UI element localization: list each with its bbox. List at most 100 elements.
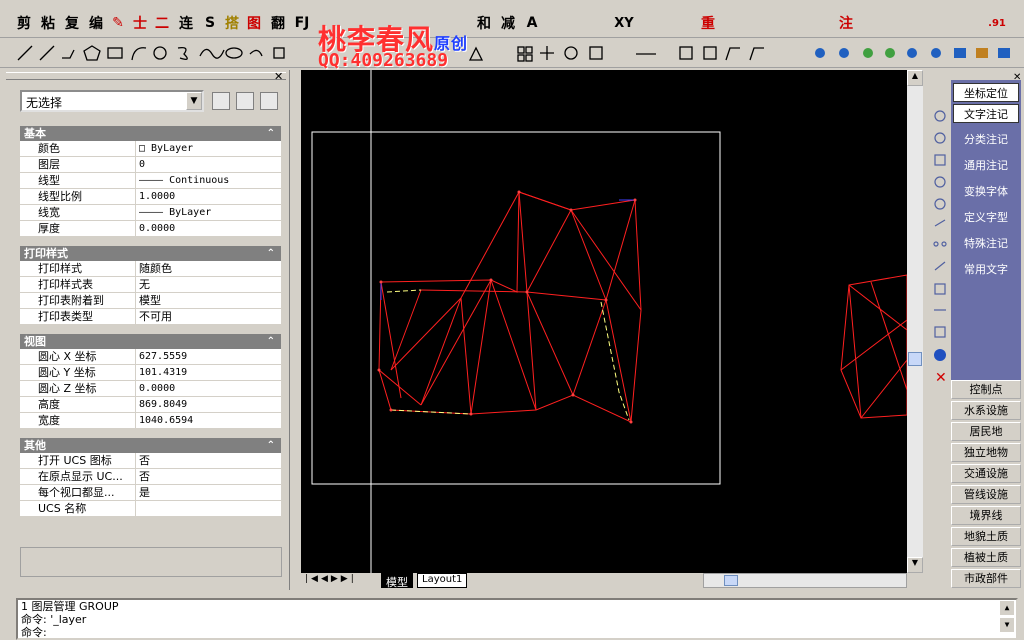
scroll-down-icon[interactable]: ▼ xyxy=(907,557,923,573)
prop-value[interactable]: 随颜色 xyxy=(136,261,281,276)
horizontal-scrollbar[interactable] xyxy=(703,573,907,588)
panel-grip[interactable] xyxy=(6,72,286,80)
annotate-button[interactable]: 注 xyxy=(836,13,856,33)
section-other: 其他 ⌃ 打开 UCS 图标否 在原点显示 UC... 否 每个视口都显... 是 U… xyxy=(20,438,281,517)
watermark-qq: QQ:409263689 xyxy=(318,50,449,71)
cut-button[interactable]: 剪 xyxy=(14,13,34,33)
prop-value[interactable]: 0 xyxy=(136,157,281,172)
prop-key: 圆心 X 坐标 xyxy=(20,349,136,364)
collapse-icon[interactable]: ⌃ xyxy=(267,334,275,349)
xy-button[interactable]: XY xyxy=(614,13,634,33)
svg-text:✕: ✕ xyxy=(935,370,947,386)
menu-item-common-text[interactable]: 常用文字 xyxy=(953,260,1019,279)
toolbar-draw-edit: 剪 粘 复 编 ✎ 士 二 连 S 搭 图 翻 FJ 和 减 A XY 重 注 … xyxy=(0,8,1024,38)
prop-key: 圆心 Z 坐标 xyxy=(20,381,136,396)
text-a-button[interactable]: A xyxy=(522,13,542,33)
category-independent[interactable]: 独立地物 xyxy=(951,443,1021,462)
prop-value[interactable]: 不可用 xyxy=(136,309,281,324)
prop-value[interactable]: □ ByLayer xyxy=(136,141,281,156)
category-pipeline[interactable]: 管线设施 xyxy=(951,485,1021,504)
s-button[interactable]: S xyxy=(200,13,220,33)
prop-value[interactable]: ———— ByLayer xyxy=(136,205,281,220)
menu-item-change-font[interactable]: 变换字体 xyxy=(953,182,1019,201)
tab-layout1[interactable]: Layout1 xyxy=(417,573,468,588)
pickadd-icon[interactable] xyxy=(260,92,278,110)
section-header[interactable]: 其他 ⌃ xyxy=(20,438,281,453)
select-objects-icon[interactable] xyxy=(236,92,254,110)
scroll-up-icon[interactable]: ▲ xyxy=(907,70,923,86)
shi-button[interactable]: 士 xyxy=(130,13,150,33)
section-view: 视图 ⌃ 圆心 X 坐标 627.5559 圆心 Y 坐标 101.4319 圆心 Z… xyxy=(20,334,281,429)
connect-button[interactable]: 连 xyxy=(176,13,196,33)
flip-button[interactable]: 翻 xyxy=(268,13,288,33)
menu-item-general-annotate[interactable]: 通用注记 xyxy=(953,156,1019,175)
layout-tabs-bar: |◀◀▶▶| 模型 Layout1 xyxy=(301,573,923,589)
close-icon[interactable]: ✕ xyxy=(274,70,283,83)
hscroll-thumb[interactable] xyxy=(724,575,738,586)
pen-icon[interactable]: ✎ xyxy=(108,13,128,33)
selection-dropdown[interactable]: 无选择 ▼ xyxy=(20,90,204,112)
command-line[interactable]: 1 图层管理 GROUP 命令: '_layer 命令: ▲ ▼ xyxy=(16,598,1018,640)
build-button[interactable]: 搭 xyxy=(222,13,242,33)
prop-value[interactable]: 否 xyxy=(136,469,281,484)
repeat-button[interactable]: 重 xyxy=(698,13,718,33)
prop-value[interactable]: 模型 xyxy=(136,293,281,308)
fj-button[interactable]: FJ xyxy=(292,13,312,33)
prop-value[interactable]: 无 xyxy=(136,277,281,292)
chevron-down-icon[interactable]: ▼ xyxy=(186,92,202,110)
tab-nav-arrows[interactable]: |◀◀▶▶| xyxy=(305,574,357,584)
section-header[interactable]: 打印样式 ⌃ xyxy=(20,246,281,261)
er-button[interactable]: 二 xyxy=(152,13,172,33)
category-traffic[interactable]: 交通设施 xyxy=(951,464,1021,483)
tab-model[interactable]: 模型 xyxy=(381,573,413,589)
prop-value[interactable]: 否 xyxy=(136,453,281,468)
prop-value[interactable]: 0.0000 xyxy=(136,221,281,236)
quick-select-icon[interactable] xyxy=(212,92,230,110)
properties-panel: ✕ 无选择 ▼ 基本 ⌃ 颜色 □ ByLayer 图层 0 线型 ———— Conti… xyxy=(0,70,290,590)
category-vegetation[interactable]: 植被土质 xyxy=(951,548,1021,567)
menu-item-special-annotate[interactable]: 特殊注记 xyxy=(953,234,1019,253)
category-municipal[interactable]: 市政部件 xyxy=(951,569,1021,588)
grid-button[interactable]: 图 xyxy=(244,13,264,33)
command-history-line: 1 图层管理 GROUP xyxy=(21,600,119,613)
vertical-scrollbar[interactable]: ▲ ▼ xyxy=(907,70,923,573)
right-tools-icons[interactable]: ✕ xyxy=(931,106,951,386)
cmd-scroll-down-icon[interactable]: ▼ xyxy=(1000,618,1014,632)
category-control-point[interactable]: 控制点 xyxy=(951,380,1021,399)
menu-item-coordinate-locate[interactable]: 坐标定位 xyxy=(953,83,1019,102)
paste-button[interactable]: 粘 xyxy=(38,13,58,33)
prop-value[interactable]: 101.4319 xyxy=(136,365,281,380)
menu-item-text-annotate[interactable]: 文字注记 xyxy=(953,104,1019,123)
prop-value[interactable]: 627.5559 xyxy=(136,349,281,364)
section-header[interactable]: 视图 ⌃ xyxy=(20,334,281,349)
category-water[interactable]: 水系设施 xyxy=(951,401,1021,420)
prop-key: 打印表类型 xyxy=(20,309,136,324)
category-landform[interactable]: 地貌土质 xyxy=(951,527,1021,546)
prop-value[interactable]: 1040.6594 xyxy=(136,413,281,428)
edit-button[interactable]: 编 xyxy=(86,13,106,33)
and-button[interactable]: 和 xyxy=(474,13,494,33)
menu-item-define-font[interactable]: 定义字型 xyxy=(953,208,1019,227)
copy-button[interactable]: 复 xyxy=(62,13,82,33)
scroll-thumb[interactable] xyxy=(908,352,922,366)
decimal-button[interactable]: .91 xyxy=(984,13,1010,33)
menu-item-category-annotate[interactable]: 分类注记 xyxy=(953,130,1019,149)
category-residential[interactable]: 居民地 xyxy=(951,422,1021,441)
prop-value[interactable]: 869.8049 xyxy=(136,397,281,412)
collapse-icon[interactable]: ⌃ xyxy=(267,246,275,261)
section-header[interactable]: 基本 ⌃ xyxy=(20,126,281,141)
draw-tools-icons[interactable] xyxy=(0,38,1024,68)
prop-value[interactable] xyxy=(136,501,281,516)
drawing-canvas[interactable] xyxy=(301,70,908,573)
prop-value[interactable]: 1.0000 xyxy=(136,189,281,204)
tin-drawing[interactable] xyxy=(301,70,908,573)
command-prompt[interactable]: 命令: xyxy=(21,626,1016,639)
subtract-button[interactable]: 减 xyxy=(498,13,518,33)
category-boundary[interactable]: 境界线 xyxy=(951,506,1021,525)
prop-value[interactable]: 0.0000 xyxy=(136,381,281,396)
collapse-icon[interactable]: ⌃ xyxy=(267,438,275,453)
cmd-scroll-up-icon[interactable]: ▲ xyxy=(1000,601,1014,615)
prop-value[interactable]: 是 xyxy=(136,485,281,500)
prop-value[interactable]: ———— Continuous xyxy=(136,173,281,188)
collapse-icon[interactable]: ⌃ xyxy=(267,126,275,141)
